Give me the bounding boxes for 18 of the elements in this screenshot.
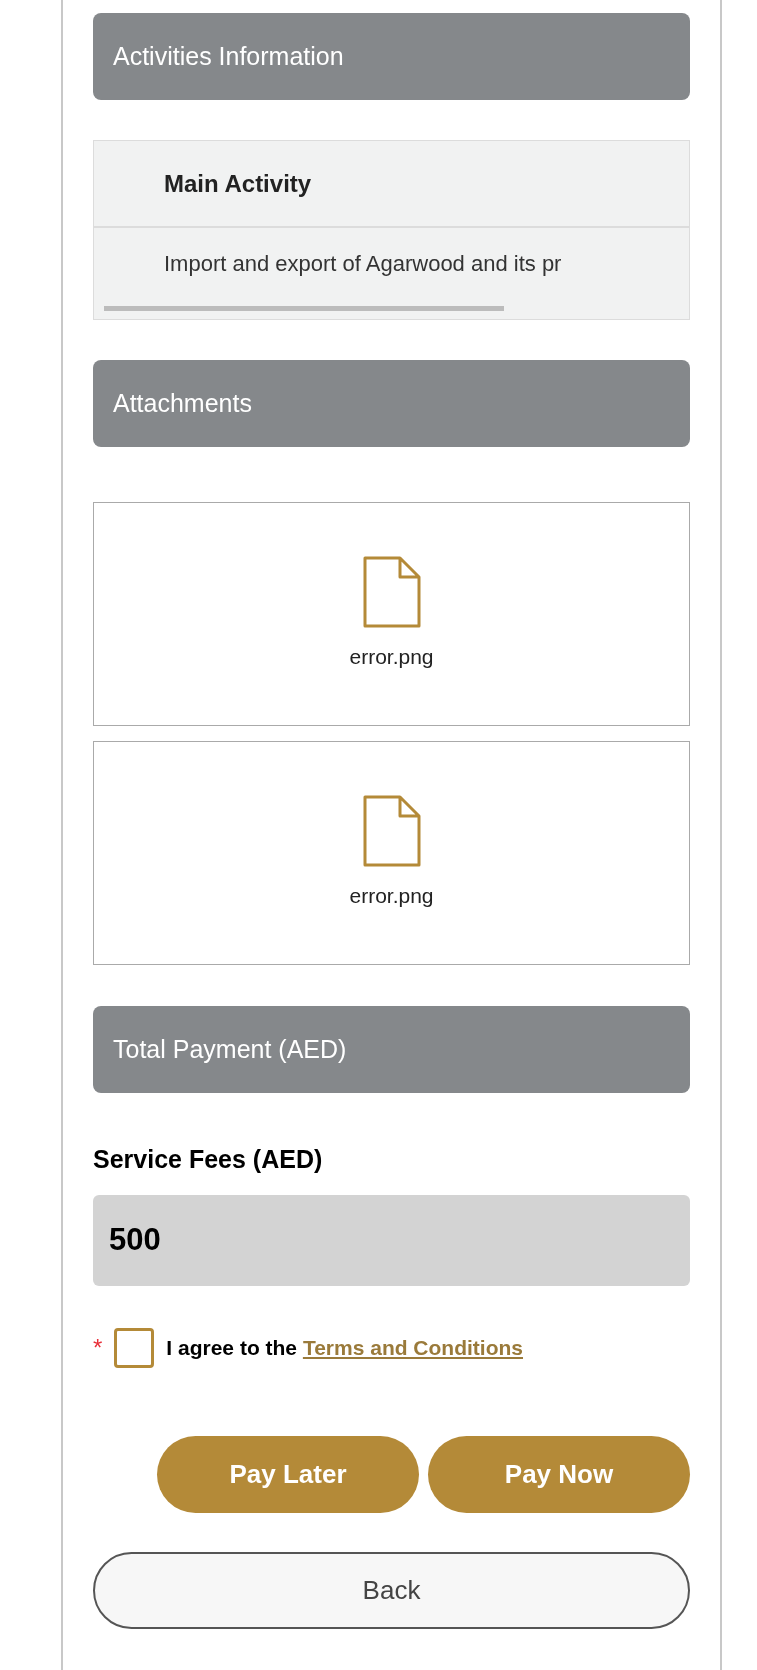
file-icon (361, 555, 422, 630)
attachment-card[interactable]: error.png (93, 741, 690, 965)
column-header: Main Activity (164, 168, 312, 199)
file-name: error.png (349, 883, 434, 910)
table-cell-text: Import and export of Agarwood and its pr (164, 249, 562, 278)
section-title: Activities Information (113, 40, 344, 72)
section-title: Attachments (113, 387, 252, 419)
terms-link[interactable]: Terms and Conditions (302, 1335, 523, 1359)
attachment-card[interactable]: error.png (93, 502, 690, 726)
agree-text: I agree to the Terms and Conditions (166, 1334, 523, 1361)
required-mark: * (93, 1332, 103, 1363)
fee-field: 500 (93, 1194, 690, 1286)
file-icon (361, 794, 422, 869)
checkbox[interactable] (114, 1327, 155, 1368)
section-title: Total Payment (AED) (113, 1033, 347, 1065)
field-label: Service Fees (AED) (93, 1144, 324, 1175)
back-button[interactable]: Back (93, 1551, 690, 1629)
file-name: error.png (349, 644, 434, 671)
